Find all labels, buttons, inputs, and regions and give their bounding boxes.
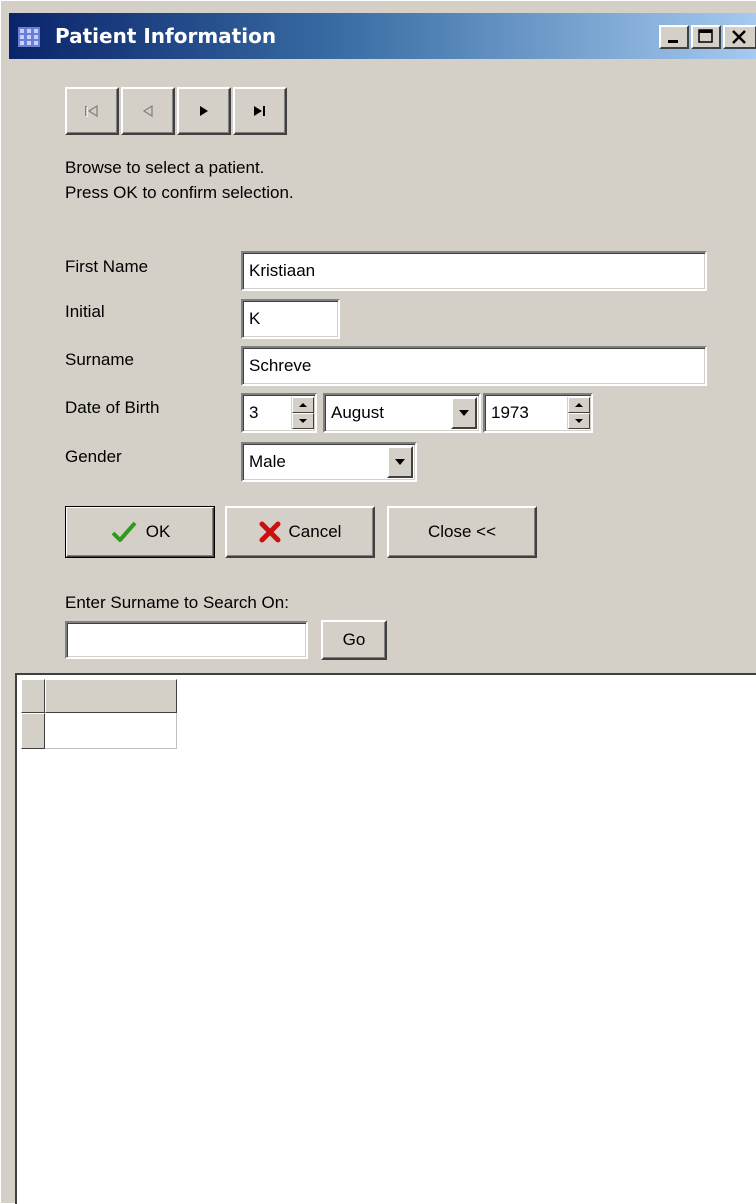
- first-record-button[interactable]: [65, 87, 119, 135]
- dob-year-spinner[interactable]: 1973: [483, 393, 593, 433]
- dob-label: Date of Birth: [65, 398, 160, 417]
- close-panel-label: Close <<: [427, 522, 497, 541]
- grid-row-indicator[interactable]: [21, 713, 45, 749]
- close-panel-button[interactable]: Close <<: [387, 506, 537, 558]
- surname-value: Schreve: [249, 356, 312, 375]
- grid-cell[interactable]: [45, 713, 177, 749]
- close-icon: [732, 30, 746, 44]
- first-name-label: First Name: [65, 257, 149, 276]
- last-record-icon: [254, 106, 265, 116]
- spin-up-icon[interactable]: [292, 397, 314, 413]
- search-label: Enter Surname to Search On:: [65, 593, 289, 612]
- title-bar[interactable]: Patient Information: [9, 13, 756, 59]
- dob-month-value: August: [331, 403, 384, 422]
- dob-year-spin-buttons[interactable]: [567, 397, 590, 429]
- first-name-field[interactable]: Kristiaan: [241, 251, 707, 291]
- patient-information-window: Patient Information Browse to select a p…: [0, 0, 756, 1204]
- grid-column-header[interactable]: [45, 679, 177, 713]
- grid-app-icon: [18, 27, 40, 47]
- surname-field[interactable]: Schreve: [241, 346, 707, 386]
- cancel-x-icon: [259, 521, 281, 543]
- ok-label: OK: [145, 522, 171, 541]
- initial-label: Initial: [65, 302, 105, 321]
- initial-value: K: [249, 309, 261, 328]
- dob-day-value: 3: [249, 403, 259, 422]
- close-window-button[interactable]: [723, 25, 756, 49]
- first-record-icon: [85, 104, 98, 118]
- prior-record-icon: [142, 104, 153, 118]
- first-name-value: Kristiaan: [249, 261, 316, 280]
- go-button[interactable]: Go: [321, 620, 387, 660]
- chevron-down-icon[interactable]: [387, 446, 413, 478]
- window-title: Patient Information: [55, 24, 277, 48]
- gender-label: Gender: [65, 447, 122, 466]
- cancel-button[interactable]: Cancel: [225, 506, 375, 558]
- maximize-icon: [698, 29, 713, 43]
- surname-label: Surname: [65, 350, 134, 369]
- instruction-line-2: Press OK to confirm selection.: [65, 183, 294, 202]
- dob-day-spin-buttons[interactable]: [291, 397, 314, 429]
- instruction-line-1: Browse to select a patient.: [65, 158, 265, 177]
- spin-up-icon[interactable]: [568, 397, 590, 413]
- initial-field[interactable]: K: [241, 299, 340, 339]
- gender-value: Male: [249, 452, 286, 471]
- dob-day-spinner[interactable]: 3: [241, 393, 317, 433]
- prior-record-button[interactable]: [121, 87, 175, 135]
- minimize-icon: [668, 40, 678, 43]
- maximize-button[interactable]: [691, 25, 721, 49]
- cancel-label: Cancel: [288, 522, 342, 541]
- ok-button[interactable]: OK: [65, 506, 215, 558]
- grid-corner-cell[interactable]: [21, 679, 45, 713]
- patient-grid[interactable]: [15, 673, 756, 1204]
- minimize-button[interactable]: [659, 25, 689, 49]
- spin-down-icon[interactable]: [568, 413, 590, 429]
- next-record-icon: [200, 106, 208, 116]
- checkmark-icon: [111, 521, 137, 542]
- next-record-button[interactable]: [177, 87, 231, 135]
- dob-year-value: 1973: [491, 403, 529, 422]
- last-record-button[interactable]: [233, 87, 287, 135]
- spin-down-icon[interactable]: [292, 413, 314, 429]
- go-label: Go: [342, 630, 366, 649]
- surname-search-input[interactable]: [65, 621, 308, 659]
- chevron-down-icon[interactable]: [451, 397, 477, 429]
- gender-dropdown[interactable]: Male: [241, 442, 417, 482]
- dob-month-dropdown[interactable]: August: [323, 393, 481, 433]
